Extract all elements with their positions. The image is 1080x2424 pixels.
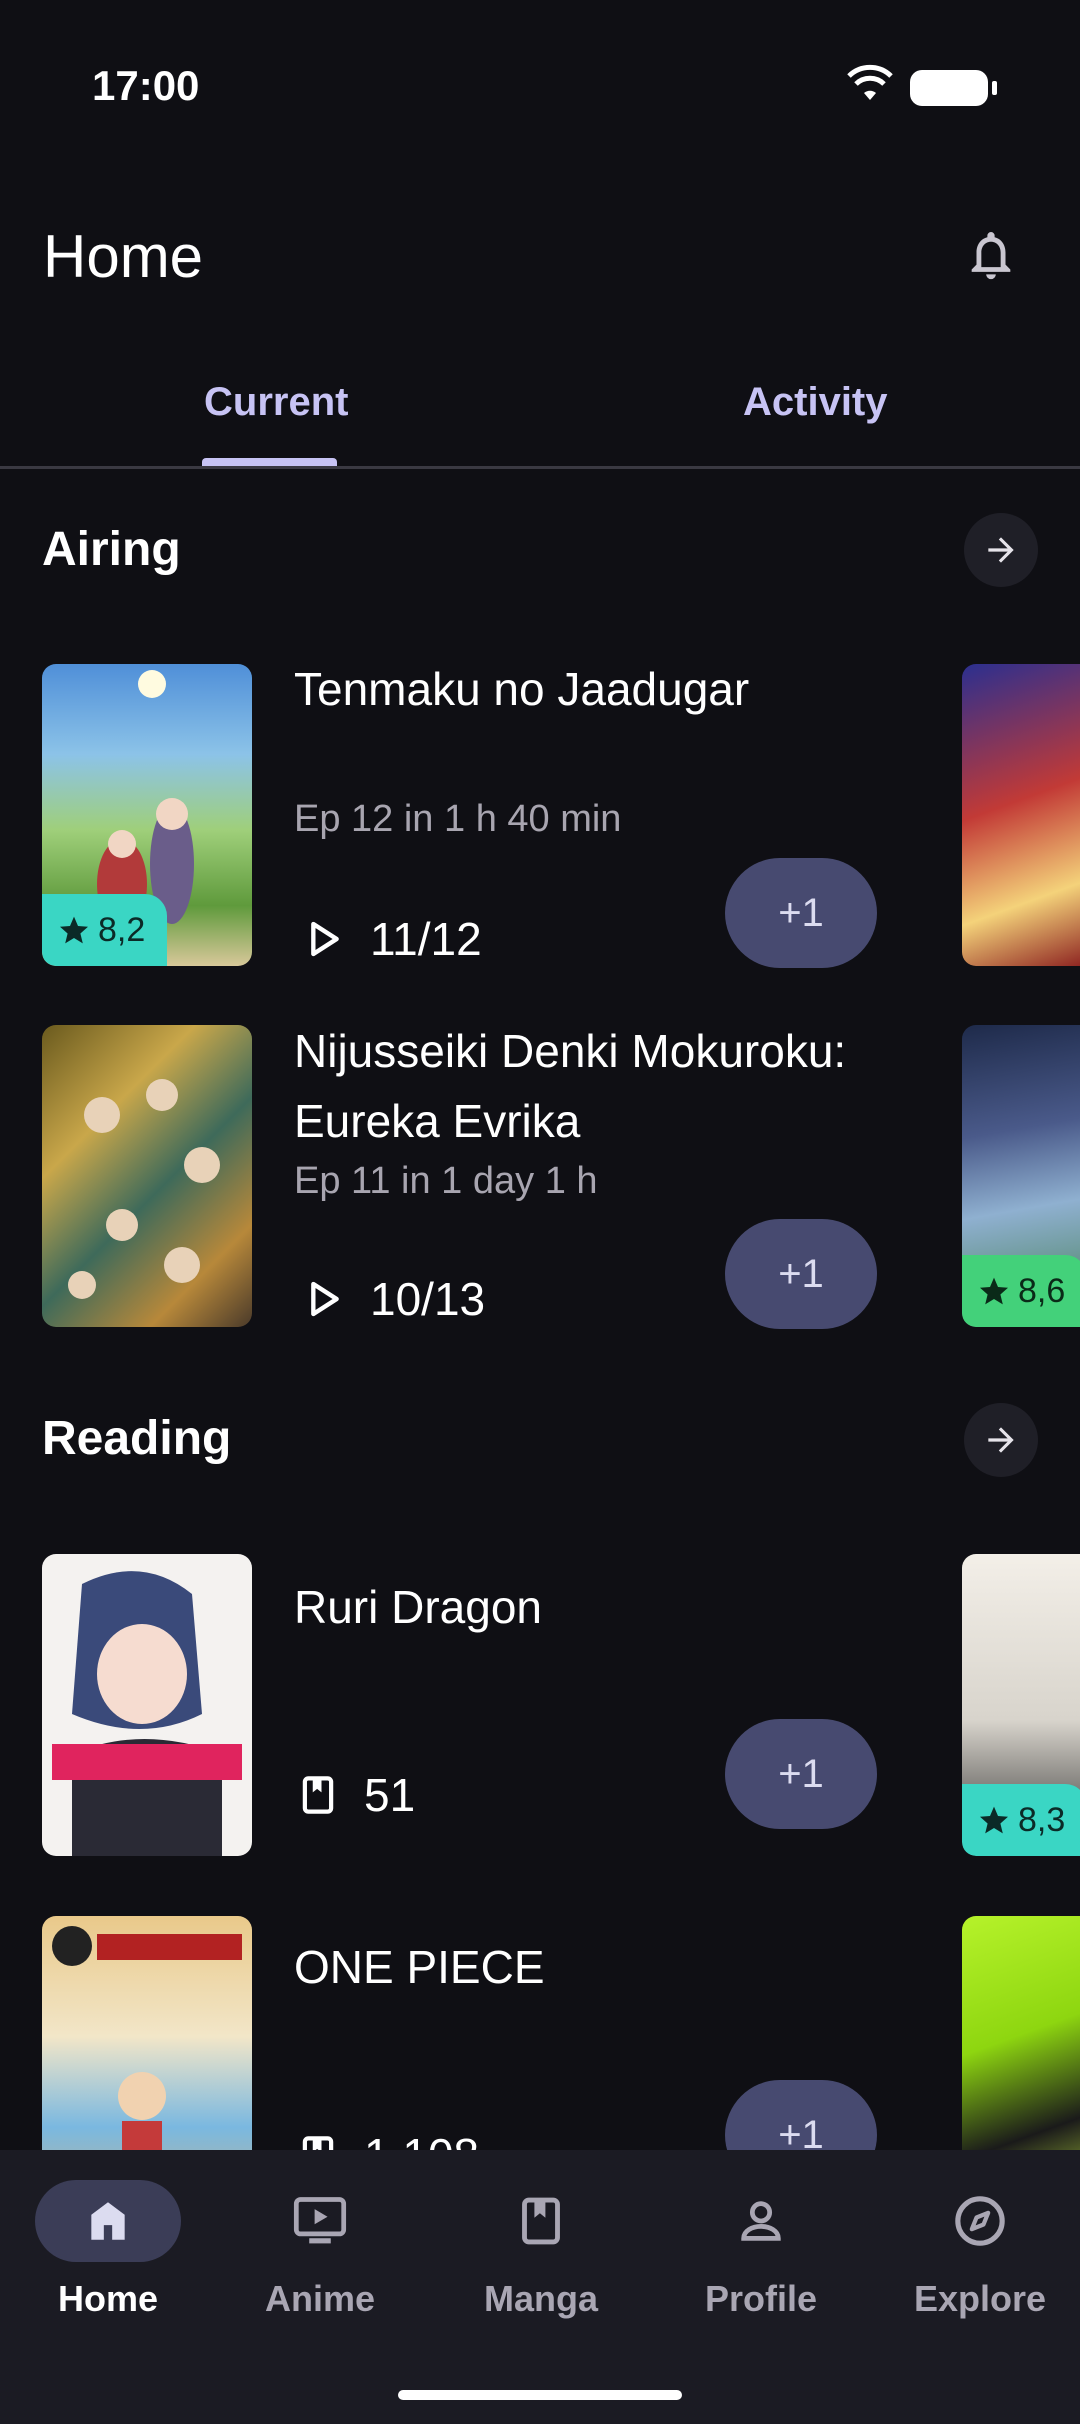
status-bar: 17:00 xyxy=(0,0,1080,170)
reading-see-all-button[interactable] xyxy=(964,1403,1038,1477)
peek-cover-image[interactable]: 8,3 xyxy=(962,1554,1080,1856)
play-icon xyxy=(311,921,339,957)
section-title-reading: Reading xyxy=(42,1412,232,1465)
cover-image-eureka[interactable] xyxy=(42,1025,252,1327)
peek-cover-image[interactable]: 8,6 xyxy=(962,1025,1080,1327)
home-icon xyxy=(91,2202,125,2240)
page-title: Home xyxy=(43,223,204,290)
tab-activity[interactable]: Activity xyxy=(743,380,888,425)
cover-image-ruri-dragon[interactable] xyxy=(42,1554,252,1856)
increment-episode-button[interactable]: +1 xyxy=(725,1219,877,1329)
battery-icon xyxy=(910,70,997,106)
nav-label: Home xyxy=(57,2278,159,2319)
star-icon xyxy=(980,1277,1008,1305)
star-icon xyxy=(60,916,88,944)
nav-label: Explore xyxy=(913,2278,1047,2319)
nav-label: Profile xyxy=(704,2278,818,2319)
score-badge: 8,3 xyxy=(962,1784,1080,1856)
item-next-episode: Ep 11 in 1 day 1 h xyxy=(294,1160,598,1202)
chapter-progress: 51 xyxy=(300,1768,415,1822)
increment-episode-button[interactable]: +1 xyxy=(725,858,877,968)
star-icon xyxy=(980,1806,1008,1834)
compass-icon xyxy=(955,2196,1005,2246)
peek-cover-image[interactable] xyxy=(962,664,1080,966)
book-icon xyxy=(302,1776,334,1814)
bottom-navigation: Home Anime Manga Profile Explore xyxy=(0,2150,1080,2424)
increment-chapter-button[interactable]: +1 xyxy=(725,1719,877,1829)
cover-illustration xyxy=(52,1571,242,1856)
episode-progress: 10/13 xyxy=(308,1272,485,1326)
tv-play-icon xyxy=(293,2197,347,2244)
score-badge: 8,6 xyxy=(962,1255,1080,1327)
item-title[interactable]: Nijusseiki Denki Mokuroku: Eureka Evrika xyxy=(294,1016,934,1156)
tab-current[interactable]: Current xyxy=(204,380,348,425)
arrow-right-icon xyxy=(988,537,1014,563)
item-title[interactable]: Ruri Dragon xyxy=(294,1572,934,1642)
wifi-icon xyxy=(847,64,893,100)
score-badge: 8,2 xyxy=(42,894,168,966)
play-icon xyxy=(311,1281,339,1317)
arrow-right-icon xyxy=(988,1427,1014,1453)
nav-label: Manga xyxy=(483,2278,598,2319)
book-icon xyxy=(522,2197,560,2245)
section-title-airing: Airing xyxy=(42,523,181,576)
person-icon xyxy=(741,2201,781,2241)
cover-image-tenmaku[interactable]: 8,2 xyxy=(42,664,252,966)
tab-indicator xyxy=(202,458,337,466)
episode-progress: 11/12 xyxy=(308,912,482,966)
nav-label: Anime xyxy=(264,2278,376,2319)
item-title[interactable]: Tenmaku no Jaadugar xyxy=(294,654,934,724)
item-title[interactable]: ONE PIECE xyxy=(294,1932,934,2002)
cover-illustration xyxy=(68,1079,220,1299)
airing-see-all-button[interactable] xyxy=(964,513,1038,587)
tab-bar: Current Activity xyxy=(0,360,1080,469)
home-indicator xyxy=(398,2390,682,2400)
status-time: 17:00 xyxy=(92,62,200,109)
item-next-episode: Ep 12 in 1 h 40 min xyxy=(294,798,622,840)
notifications-bell-icon[interactable] xyxy=(962,226,1020,284)
